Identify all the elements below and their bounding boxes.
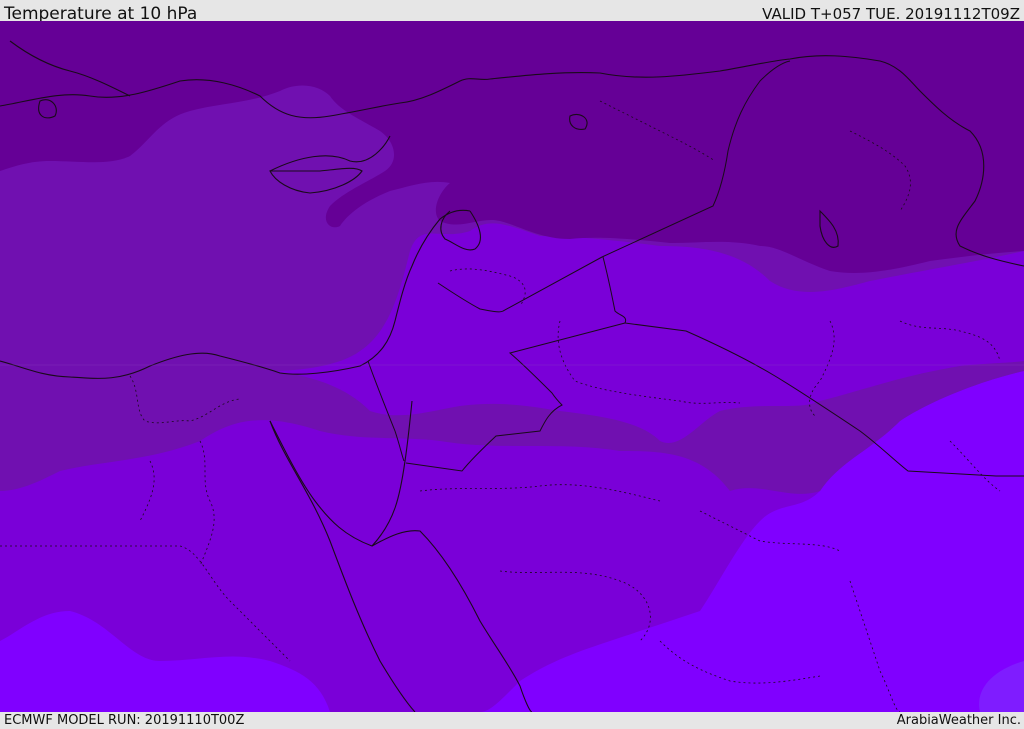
weather-map[interactable] bbox=[0, 21, 1024, 712]
model-run-label: ECMWF MODEL RUN: 20191110T00Z bbox=[4, 713, 245, 728]
brand-label: ArabiaWeather Inc. bbox=[896, 713, 1021, 728]
header-bar: Temperature at 10 hPa VALID T+057 TUE. 2… bbox=[0, 0, 1024, 24]
footer-bar: ECMWF MODEL RUN: 20191110T00Z ArabiaWeat… bbox=[0, 712, 1024, 729]
